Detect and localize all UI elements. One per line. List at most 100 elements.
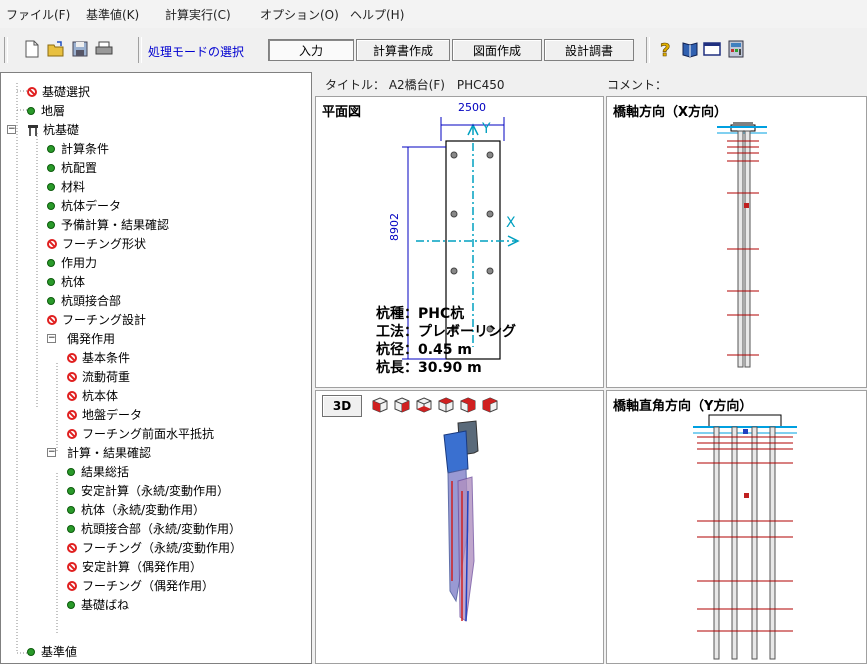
tree-item-label: フーチング設計 (62, 313, 147, 327)
tree-item-label: 計算・結果確認 (67, 446, 152, 460)
3d-view-panel[interactable]: 3D (315, 390, 604, 664)
tree-item[interactable]: 基本条件 (67, 348, 130, 367)
help-question-icon[interactable]: ? (656, 39, 676, 59)
tree-item[interactable]: 予備計算・結果確認 (47, 215, 169, 234)
tree-item-label: 杭配置 (61, 161, 98, 175)
tree-item-label: フーチング形状 (62, 237, 147, 251)
status-incomplete-icon (67, 352, 77, 363)
tree-item[interactable]: 材料 (47, 177, 85, 196)
pile-foundation-icon (28, 124, 38, 136)
tree-item[interactable]: 杭頭接合部 (47, 291, 121, 310)
pile-length-text: 杭長：30.90 m (376, 360, 482, 376)
tree-item-label: 予備計算・結果確認 (61, 218, 170, 232)
tree-item[interactable]: 地層 (27, 101, 65, 120)
mode-input-button[interactable]: 入力 (268, 39, 354, 61)
tree-item-label: 杭頭接合部（永続/変動作用） (81, 522, 242, 536)
status-ok-icon (67, 467, 75, 476)
toolbar-separator-2 (646, 37, 650, 63)
print-icon[interactable] (94, 39, 114, 59)
tree-item-label: 基本条件 (82, 351, 131, 365)
pile-type-text: 杭種：PHC杭 (376, 306, 465, 322)
menu-help[interactable]: ヘルプ(H) (350, 6, 404, 23)
tree-item[interactable]: 安定計算（永続/変動作用） (67, 481, 229, 500)
tree-item-label: 安定計算（偶発作用） (82, 560, 203, 574)
menu-calc[interactable]: 計算実行(C) (165, 6, 231, 23)
status-ok-icon (47, 258, 55, 267)
tree-item[interactable]: フーチング形状 (47, 234, 146, 253)
menu-option[interactable]: オプション(O) (260, 6, 339, 23)
status-incomplete-icon (67, 542, 77, 553)
tree-item[interactable]: 計算条件 (47, 139, 109, 158)
tree-item[interactable]: 流動荷重 (67, 367, 130, 386)
tree-item[interactable]: 結果総括 (67, 462, 129, 481)
tree-item[interactable]: − 計算・結果確認 (47, 443, 152, 462)
status-ok-icon (47, 201, 55, 210)
tree-item[interactable]: 基礎ばね (67, 595, 129, 614)
menu-file[interactable]: ファイル(F) (6, 6, 70, 23)
tree-item-label: 作用力 (61, 256, 98, 270)
status-incomplete-icon (27, 86, 37, 97)
tree-item[interactable]: 安定計算（偶発作用） (67, 557, 202, 576)
x-direction-panel[interactable]: 橋軸方向（X方向） (606, 96, 867, 388)
tree-item[interactable]: フーチング設計 (47, 310, 146, 329)
open-folder-icon[interactable] (46, 39, 66, 59)
tree-item[interactable]: 杭体（永続/変動作用） (67, 500, 205, 519)
tree-item-label: 杭本体 (82, 389, 119, 403)
collapse-icon[interactable]: − (47, 448, 56, 457)
tree-item-label: 地盤データ (82, 408, 143, 422)
tree-item[interactable]: 杭体 (47, 272, 85, 291)
tree-item[interactable]: 作用力 (47, 253, 97, 272)
tree-item-label: 地層 (41, 104, 66, 118)
menu-base[interactable]: 基準値(K) (86, 6, 139, 23)
tree-item[interactable]: 杭体データ (47, 196, 121, 215)
svg-text:?: ? (660, 40, 670, 59)
plan-view-panel[interactable]: 平面図 2500 8902 Y X 杭種：PHC杭 工法：プレボーリング 杭径：… (315, 96, 604, 388)
toolbar: 処理モードの選択 入力 計算書作成 図面作成 設計調書 ? (0, 34, 867, 66)
tree-item[interactable]: − 杭基礎 (7, 120, 79, 139)
calculator-icon[interactable] (726, 39, 746, 59)
tree-item[interactable]: フーチング（永続/変動作用） (67, 538, 242, 557)
title-bar: タイトル： A2橋台(F) PHC450 (315, 72, 600, 94)
status-ok-icon (27, 647, 35, 656)
tree-item[interactable]: フーチング（偶発作用） (67, 576, 214, 595)
tree-item[interactable]: 地盤データ (67, 405, 142, 424)
book-icon[interactable] (680, 39, 700, 59)
tree-item[interactable]: 基準値 (27, 642, 77, 661)
status-ok-icon (67, 505, 75, 514)
new-file-icon[interactable] (22, 39, 42, 59)
mode-report-button[interactable]: 計算書作成 (356, 39, 450, 61)
3d-model-drawing (443, 420, 479, 622)
status-incomplete-icon (67, 409, 77, 420)
x-direction-drawing (717, 122, 767, 368)
status-incomplete-icon (67, 371, 77, 382)
tree-item-label: 杭体 (61, 275, 86, 289)
mode-drawing-button[interactable]: 図面作成 (452, 39, 542, 61)
status-incomplete-icon (67, 390, 77, 401)
navigation-tree: 基礎選択地層 − 杭基礎 計算条件杭配置材料 杭体データ予備計算・結果確認 フーチング形状… (0, 72, 312, 664)
status-incomplete-icon (47, 314, 57, 325)
mode-select-label: 処理モードの選択 (148, 45, 245, 59)
tree-item-label: 偶発作用 (67, 332, 116, 346)
save-icon[interactable] (70, 39, 90, 59)
plan-height-dimension: 8902 (388, 213, 401, 241)
plan-axis-y-label: Y (482, 121, 491, 137)
toolbar-grip (4, 37, 8, 63)
tree-item[interactable]: 杭頭接合部（永続/変動作用） (67, 519, 241, 538)
tree-item[interactable]: 杭配置 (47, 158, 97, 177)
status-ok-icon (47, 163, 55, 172)
status-incomplete-icon (67, 561, 77, 572)
mode-design-sheet-button[interactable]: 設計調書 (544, 39, 634, 61)
tree-item[interactable]: − 偶発作用 (47, 329, 116, 348)
window-icon[interactable] (702, 39, 722, 59)
tree-item[interactable]: 杭本体 (67, 386, 118, 405)
tree-item[interactable]: フーチング前面水平抵抗 (67, 424, 214, 443)
collapse-icon[interactable]: − (7, 125, 16, 134)
tree-item-label: 基礎ばね (81, 598, 130, 612)
collapse-icon[interactable]: − (47, 334, 56, 343)
plan-axis-x-label: X (506, 215, 516, 231)
tree-item-label: 杭体（永続/変動作用） (81, 503, 206, 517)
tree-item[interactable]: 基礎選択 (27, 82, 90, 101)
tree-item-label: フーチング（永続/変動作用） (82, 541, 243, 555)
status-incomplete-icon (47, 238, 57, 249)
y-direction-panel[interactable]: 橋軸直角方向（Y方向） (606, 390, 867, 664)
